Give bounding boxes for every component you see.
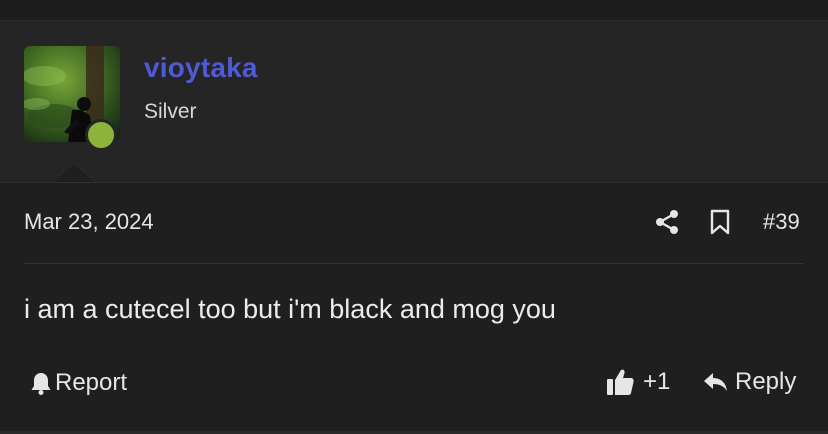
online-status-indicator (85, 119, 117, 151)
report-label: Report (55, 369, 128, 396)
username[interactable]: vioytaka (144, 52, 258, 84)
post-message: i am a cutecel too but i'm black and mog… (24, 294, 556, 324)
divider (24, 263, 804, 264)
user-rank-title: Silver (144, 100, 197, 123)
bell-icon (31, 373, 51, 395)
share-icon[interactable] (654, 209, 680, 235)
top-strip (0, 0, 828, 21)
like-button[interactable]: +1 (605, 366, 670, 398)
post-date[interactable]: Mar 23, 2024 (24, 209, 154, 235)
user-block-pointer-fill (53, 163, 95, 182)
post-number-link[interactable]: #39 (763, 209, 800, 235)
reply-label: Reply (735, 368, 797, 395)
post-user-block (0, 21, 828, 183)
report-button[interactable]: Report (30, 367, 127, 399)
bookmark-icon[interactable] (708, 208, 732, 236)
thumbs-up-icon (607, 369, 634, 395)
reply-arrow-icon (704, 373, 727, 391)
reaction-count: +1 (643, 368, 671, 395)
reply-button[interactable]: Reply (703, 366, 796, 398)
